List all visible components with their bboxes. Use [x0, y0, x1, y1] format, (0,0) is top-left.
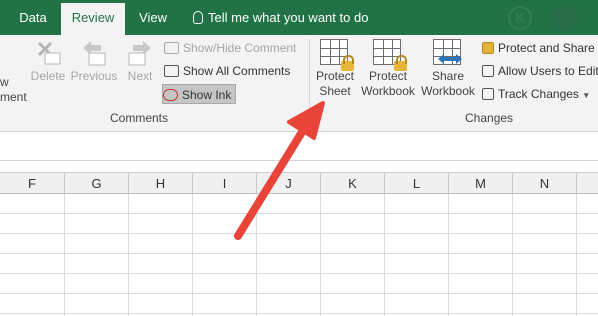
protect-sheet-label-2: Sheet — [319, 84, 351, 98]
tab-review[interactable]: Review — [61, 3, 125, 35]
formula-bar[interactable] — [0, 133, 598, 161]
column-header-j[interactable]: J — [257, 173, 321, 194]
arrow-right-icon — [128, 41, 151, 66]
grid-line — [512, 194, 513, 316]
protect-share-icon — [482, 42, 494, 54]
column-header-m[interactable]: M — [449, 173, 513, 194]
protect-workbook-label-1: Protect — [368, 69, 407, 83]
protect-workbook-button[interactable]: Protect Workbook — [358, 39, 418, 99]
column-header-f[interactable]: F — [0, 173, 65, 194]
grid-line — [448, 194, 449, 316]
new-comment-button[interactable]: w ment — [0, 75, 28, 105]
show-ink-button[interactable]: Show Ink — [162, 84, 237, 104]
allow-users-icon — [482, 65, 494, 77]
delete-icon — [37, 41, 61, 65]
show-all-comments-label: Show All Comments — [183, 64, 291, 78]
allow-users-edit-button[interactable]: Allow Users to Edit — [482, 61, 598, 81]
protect-sheet-button[interactable]: Protect Sheet — [312, 39, 358, 99]
comment-icon — [164, 42, 179, 54]
show-ink-label: Show Ink — [182, 88, 232, 102]
previous-comment-button[interactable]: Previous — [68, 39, 120, 84]
protect-sheet-label-1: Protect — [315, 69, 354, 83]
chevron-down-icon: ▼ — [582, 91, 591, 100]
grid-line — [256, 194, 257, 316]
track-changes-label: Track Changes — [498, 87, 579, 101]
track-changes-icon — [482, 88, 494, 100]
allow-users-label: Allow Users to Edit — [498, 64, 598, 78]
column-header-k[interactable]: K — [321, 173, 385, 194]
ribbon-tab-bar: Data Review View Tell me what you want t… — [0, 0, 598, 35]
protect-and-share-label: Protect and Share W — [498, 41, 598, 55]
changes-group-label: Changes — [465, 111, 514, 125]
account-icon — [552, 6, 578, 30]
share-workbook-icon — [433, 39, 463, 67]
ink-icon — [163, 89, 178, 101]
protect-workbook-icon — [373, 39, 407, 71]
next-label: Next — [127, 69, 153, 83]
grid-line — [128, 194, 129, 316]
worksheet-grid[interactable] — [0, 194, 598, 316]
column-header-g[interactable]: G — [65, 173, 129, 194]
track-changes-button[interactable]: Track Changes ▼ — [482, 84, 590, 104]
spacer — [0, 162, 598, 172]
column-header-i[interactable]: I — [193, 173, 257, 194]
share-workbook-button[interactable]: Share Workbook — [418, 39, 478, 99]
show-all-comments-button[interactable]: Show All Comments — [164, 61, 290, 81]
tell-me-label: Tell me what you want to do — [208, 10, 369, 25]
comments-icon — [164, 65, 179, 77]
protect-workbook-label-2: Workbook — [361, 84, 415, 98]
grid-line — [384, 194, 385, 316]
arrow-left-icon — [83, 41, 106, 66]
brand-logo-icon: K — [508, 6, 532, 30]
grid-line — [192, 194, 193, 316]
delete-comment-button[interactable]: Delete — [28, 39, 68, 84]
column-header-row: F G H I J K L M N — [0, 172, 598, 194]
share-workbook-label-1: Share — [431, 69, 465, 83]
tab-view[interactable]: View — [128, 0, 178, 35]
column-header-n[interactable]: N — [513, 173, 577, 194]
tell-me-search[interactable]: Tell me what you want to do — [193, 0, 368, 35]
new-comment-label-2: ment — [0, 90, 27, 104]
review-ribbon: w ment Delete Previous Next Show/Hide Co… — [0, 35, 598, 132]
protect-sheet-icon — [320, 39, 354, 71]
group-separator — [309, 39, 310, 125]
show-hide-comment-button[interactable]: Show/Hide Comment — [164, 38, 296, 58]
share-workbook-label-2: Workbook — [421, 84, 475, 98]
column-header-l[interactable]: L — [385, 173, 449, 194]
grid-line — [64, 194, 65, 316]
show-hide-comment-label: Show/Hide Comment — [183, 41, 297, 55]
tab-data[interactable]: Data — [8, 0, 58, 35]
new-comment-label-1: w — [0, 75, 9, 89]
previous-label: Previous — [70, 69, 118, 83]
grid-line — [320, 194, 321, 316]
grid-line — [576, 194, 577, 316]
delete-label: Delete — [30, 69, 66, 83]
next-comment-button[interactable]: Next — [120, 39, 160, 84]
comments-group-label: Comments — [110, 111, 169, 125]
column-header-h[interactable]: H — [129, 173, 193, 194]
lightbulb-icon — [193, 11, 203, 24]
protect-and-share-button[interactable]: Protect and Share W — [482, 38, 598, 58]
